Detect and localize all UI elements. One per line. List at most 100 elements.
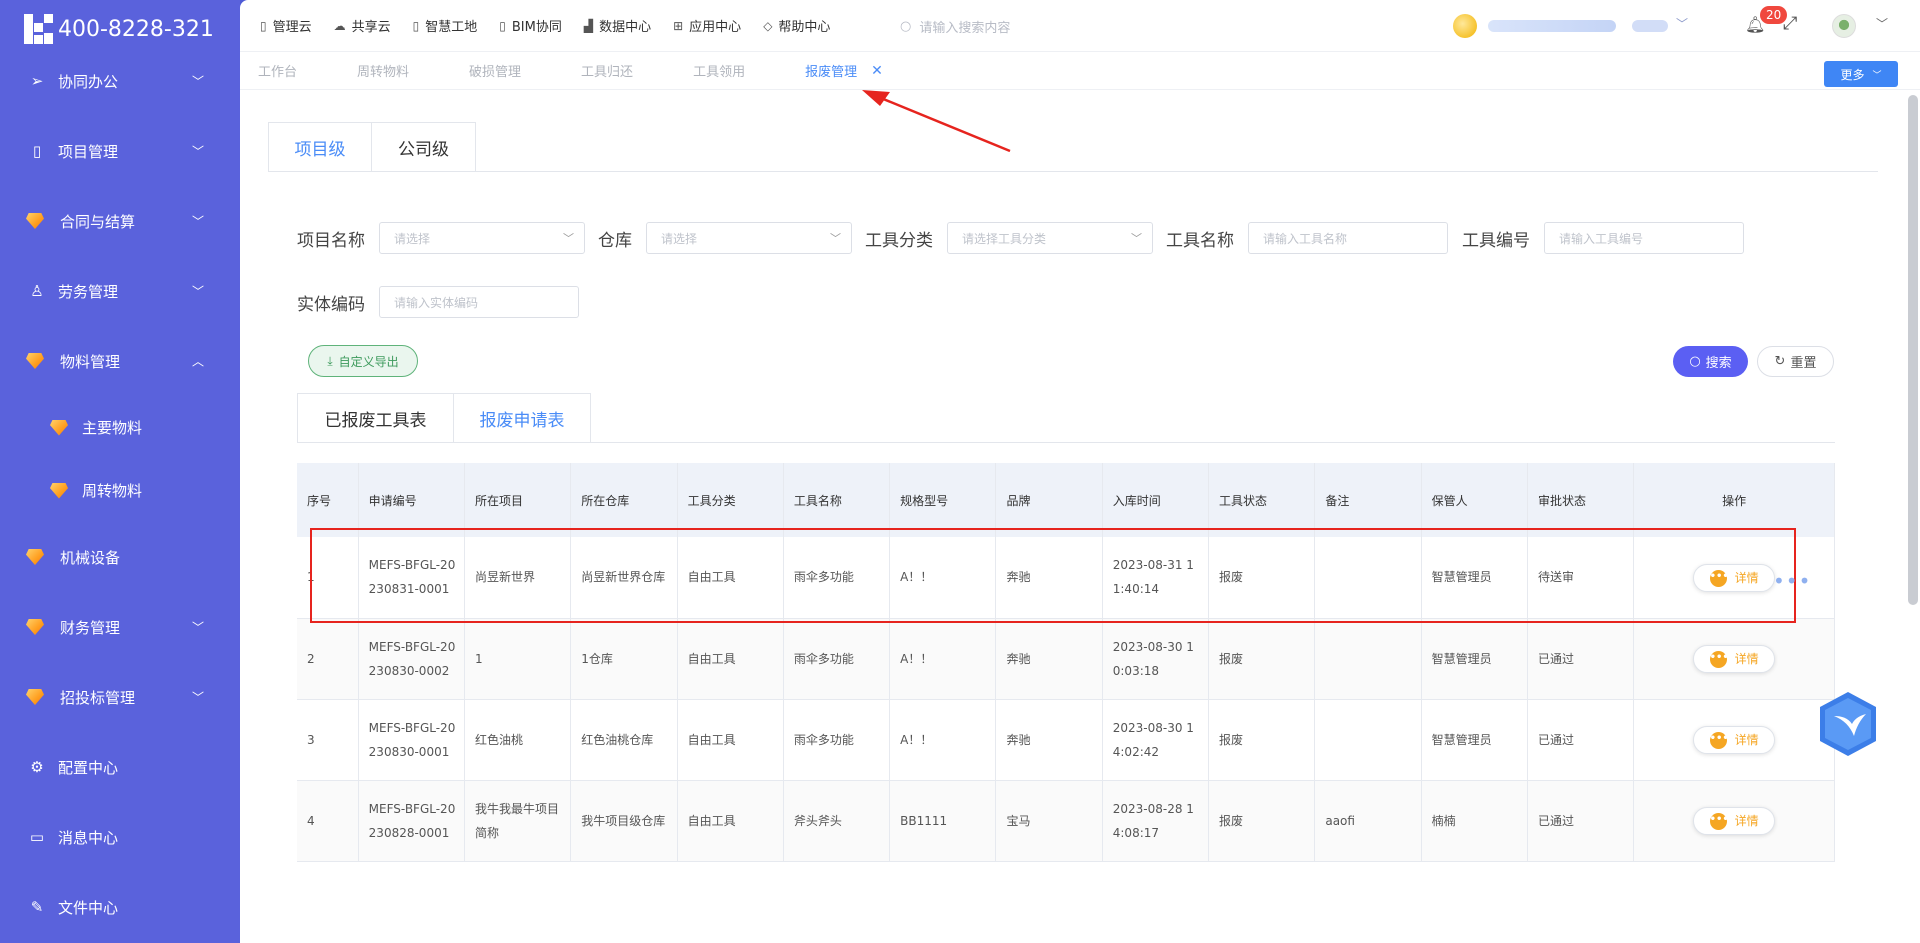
detail-button[interactable]: ••• 详情 xyxy=(1693,807,1776,836)
toolname-placeholder: 请输入工具名称 xyxy=(1263,231,1348,246)
edit-icon: ✎ xyxy=(30,898,44,916)
level-tabs: 项目级 公司级 xyxy=(268,122,1878,172)
cell-status: 报废 xyxy=(1208,699,1316,781)
tab-damage[interactable]: 破损管理 xyxy=(469,61,521,80)
sidebar-item-material[interactable]: 物料管理 ︿ xyxy=(0,326,240,396)
project-select[interactable]: 请选择 ﹀ xyxy=(379,222,585,254)
toolno-label: 工具编号 xyxy=(1462,230,1530,251)
table-tabs: 已报废工具表 报废申请表 xyxy=(297,393,1835,443)
user-name-blurred[interactable] xyxy=(1488,20,1616,32)
gem-icon xyxy=(26,353,44,369)
col-status: 工具状态 xyxy=(1208,463,1316,537)
sidebar-item-finance[interactable]: 财务管理 ﹀ xyxy=(0,592,240,662)
detail-button[interactable]: ••• 详情 xyxy=(1693,726,1776,755)
fullscreen-icon[interactable]: ⤢ xyxy=(1783,13,1797,34)
chevron-down-icon[interactable]: ﹀ xyxy=(1676,15,1688,32)
logo-icon xyxy=(24,14,54,44)
tab-project-level[interactable]: 项目级 xyxy=(268,122,372,172)
search-button[interactable]: ○ 搜索 xyxy=(1673,346,1748,377)
sidebar-item-contract[interactable]: 合同与结算 ﹀ xyxy=(0,186,240,256)
page-tabbar: 工作台 周转物料 破损管理 工具归还 工具领用 报废管理 ✕ 更多 ﹀ xyxy=(240,52,1920,90)
tab-tool-return[interactable]: 工具归还 xyxy=(581,61,633,80)
close-icon[interactable]: ✕ xyxy=(871,63,883,79)
tab-scrapped-tools[interactable]: 已报废工具表 xyxy=(297,393,454,443)
coin-icon[interactable] xyxy=(1453,14,1477,38)
user-icon: ♙ xyxy=(30,282,44,300)
sidebar-item-bidding[interactable]: 招投标管理 ﹀ xyxy=(0,662,240,732)
cell-keeper: 智慧管理员 xyxy=(1421,699,1528,781)
sidebar-item-project[interactable]: ▯ 项目管理 ﹀ xyxy=(0,116,240,186)
toolname-input[interactable]: 请输入工具名称 xyxy=(1248,222,1448,254)
download-icon: ⤓ xyxy=(327,353,333,368)
entity-input[interactable]: 请输入实体编码 xyxy=(379,286,579,318)
topnav-bim[interactable]: ▯ BIM协同 xyxy=(499,16,562,36)
grid-icon: ⊞ xyxy=(673,18,684,33)
more-dots-icon: ••• xyxy=(1709,569,1729,587)
sidebar-subitem-main-material[interactable]: 主要物料 xyxy=(0,396,240,459)
topnav-app-center[interactable]: ⊞ 应用中心 xyxy=(673,16,741,36)
help-icon: ◇ xyxy=(763,18,773,33)
sidebar-item-config[interactable]: ⚙ 配置中心 xyxy=(0,732,240,802)
tab-scrap-requests[interactable]: 报废申请表 xyxy=(454,393,591,443)
scrap-request-table: 序号 申请编号 所在项目 所在仓库 工具分类 工具名称 规格型号 品牌 入库时间… xyxy=(297,463,1835,862)
col-in-time: 入库时间 xyxy=(1102,463,1210,537)
sidebar-item-files[interactable]: ✎ 文件中心 xyxy=(0,872,240,942)
sidebar-item-label: 劳务管理 xyxy=(58,282,119,301)
sidebar-subitem-turnover-material[interactable]: 周转物料 xyxy=(0,459,240,522)
chevron-down-icon: ﹀ xyxy=(830,232,841,245)
tab-workbench[interactable]: 工作台 xyxy=(258,61,297,80)
gem-icon xyxy=(50,419,68,436)
cell-project: 1 xyxy=(464,618,572,700)
sidebar-item-message[interactable]: ▭ 消息中心 xyxy=(0,802,240,872)
global-search[interactable]: ○ 请输入搜索内容 xyxy=(900,17,1010,36)
cell-tool-name: 雨伞多功能 xyxy=(783,618,891,700)
cell-warehouse: 我牛项目级仓库 xyxy=(570,780,678,862)
refresh-icon: ↻ xyxy=(1774,354,1786,369)
sidebar-item-machinery[interactable]: 机械设备 xyxy=(0,522,240,592)
warehouse-label: 仓库 xyxy=(598,230,632,251)
topnav-share-cloud[interactable]: ☁ 共享云 xyxy=(334,16,391,36)
toolno-input[interactable]: 请输入工具编号 xyxy=(1544,222,1744,254)
sidebar-subitem-label: 主要物料 xyxy=(82,419,143,437)
cell-keeper: 楠楠 xyxy=(1421,780,1528,862)
brand-phone: 400-8228-321 xyxy=(58,16,214,42)
org-name-blurred[interactable] xyxy=(1632,20,1668,32)
table-row: 3 MEFS-BFGL-20 230830-0001 红色油桃 红色油桃仓库 自由工具雨… xyxy=(297,699,1835,781)
topnav-manage-cloud[interactable]: ▯ 管理云 xyxy=(260,16,312,36)
detail-button[interactable]: ••• 详情 xyxy=(1693,645,1776,674)
chevron-down-icon[interactable]: ﹀ xyxy=(1876,15,1888,32)
tab-tool-receive[interactable]: 工具领用 xyxy=(693,61,745,80)
export-label: 自定义导出 xyxy=(338,354,399,369)
category-select[interactable]: 请选择工具分类 ﹀ xyxy=(947,222,1153,254)
more-button[interactable]: 更多 ﹀ xyxy=(1824,61,1898,87)
chevron-down-icon: ﹀ xyxy=(191,144,204,159)
tab-company-level[interactable]: 公司级 xyxy=(372,122,476,172)
detail-button[interactable]: ••• 详情 xyxy=(1693,564,1776,592)
cell-category: 自由工具 xyxy=(677,618,784,700)
project-placeholder: 请选择 xyxy=(394,231,431,246)
chevron-down-icon: ﹀ xyxy=(191,620,204,635)
more-actions-icon[interactable]: ••• xyxy=(1773,569,1811,593)
sidebar-item-label: 协同办公 xyxy=(58,72,119,91)
reset-button[interactable]: ↻ 重置 xyxy=(1757,346,1834,377)
tab-scrap[interactable]: 报废管理 xyxy=(805,61,857,80)
sidebar-item-label: 消息中心 xyxy=(58,828,119,847)
export-button[interactable]: ⤓ 自定义导出 xyxy=(308,345,418,377)
avatar[interactable] xyxy=(1832,14,1856,38)
entity-placeholder: 请输入实体编码 xyxy=(394,295,479,310)
cell-index: 2 xyxy=(297,618,359,700)
topnav-data-center[interactable]: ▟ 数据中心 xyxy=(584,16,652,36)
tab-turnover-material[interactable]: 周转物料 xyxy=(357,61,409,80)
sidebar-item-collab[interactable]: ➢ 协同办公 ﹀ xyxy=(0,46,240,116)
topnav-help-center[interactable]: ◇ 帮助中心 xyxy=(763,16,830,36)
cell-actions: ••• 详情 xyxy=(1633,699,1835,781)
topnav-label: 数据中心 xyxy=(599,20,652,35)
scrollbar[interactable] xyxy=(1908,95,1918,605)
search-input[interactable]: 请输入搜索内容 xyxy=(919,17,1010,36)
cell-request-no: MEFS-BFGL-20 230831-0001 xyxy=(358,537,465,619)
col-request-no: 申请编号 xyxy=(358,463,465,537)
assistant-bird-icon[interactable] xyxy=(1818,690,1878,758)
topnav-smart-site[interactable]: ▯ 智慧工地 xyxy=(413,16,478,36)
sidebar-item-labor[interactable]: ♙ 劳务管理 ﹀ xyxy=(0,256,240,326)
warehouse-select[interactable]: 请选择 ﹀ xyxy=(646,222,852,254)
